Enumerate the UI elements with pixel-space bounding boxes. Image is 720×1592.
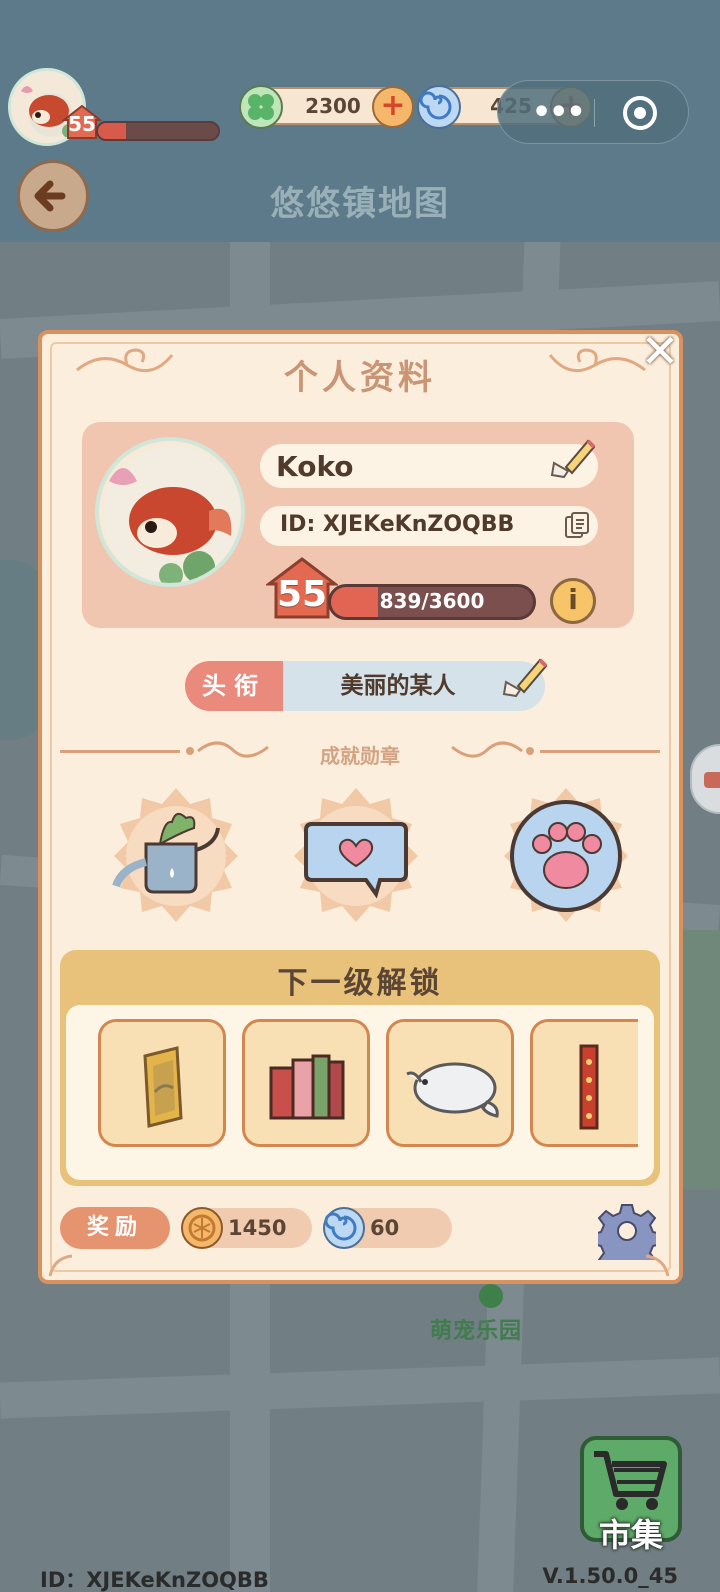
unlock-item[interactable] [530,1019,638,1147]
info-icon: i [568,583,578,616]
back-button[interactable] [17,160,89,232]
more-dots-icon[interactable]: ••• [532,95,586,130]
seal-plush-icon [406,1062,499,1118]
divider-ornament-icon [451,741,534,758]
swirl-icon [323,1207,365,1249]
clover-icon [239,85,283,129]
player-xp-fill [98,123,126,139]
profile-avatar[interactable] [95,437,245,587]
arrow-left-icon [34,180,66,212]
section-divider [540,750,660,753]
paw-print-medal-icon[interactable] [496,784,636,924]
achievements-label: 成就勋章 [320,744,400,768]
close-icon: ✕ [640,324,680,378]
edit-name-button[interactable] [550,435,596,479]
painting-icon [143,1046,183,1128]
section-divider [60,750,180,753]
profile-xp-text: 839/3600 [379,589,485,613]
watering-can-medal-icon[interactable] [106,784,246,924]
shopping-cart-icon [594,1451,667,1510]
reward-swirl-amount: 60 [370,1216,400,1240]
reward-label: 奖励 [60,1207,170,1249]
reward-coin-amount: 1450 [228,1216,287,1240]
unlock-item[interactable] [98,1019,226,1147]
divider-ornament-icon [186,741,269,758]
copy-icon[interactable] [564,511,590,541]
title-tag: 头衔 [185,661,283,711]
page-title: 悠悠镇地图 [270,184,450,224]
unlock-item[interactable] [242,1019,370,1147]
footer-player-id: ID：XJEKeKnZOQBB [40,1568,269,1592]
info-button[interactable]: i [550,578,596,624]
close-button[interactable]: ✕ [640,328,680,374]
swirl-icon [417,85,461,129]
clover-currency: 2300 + [239,85,414,129]
title-value: 美丽的某人 [340,673,456,699]
coin-icon [181,1207,223,1249]
player-id: ID: XJEKeKnZOQBB [280,512,515,537]
player-name: Koko [276,450,354,483]
red-banner-icon [579,1044,599,1130]
miniprogram-capsule: ••• [497,80,689,144]
books-icon [269,1054,345,1120]
clover-amount: 2300 [305,94,361,118]
footer-version: V.1.50.0_45 [542,1564,678,1588]
edit-title-button[interactable] [502,654,548,698]
corner-ornament-icon [48,1254,73,1277]
profile-level: 55 [276,574,328,615]
player-xp-bar [96,121,220,141]
market-label[interactable]: 市集 [586,1510,676,1556]
unlock-header: 下一级解锁 [277,966,443,1001]
add-clover-button[interactable]: + [372,86,414,128]
corner-ornament-icon [76,348,174,373]
side-widget-icon [704,772,720,788]
unlock-item[interactable] [386,1019,514,1147]
capsule-divider [594,99,595,127]
target-circle-icon[interactable] [623,96,657,130]
corner-ornament-icon [645,1254,670,1277]
dialog-title: 个人资料 [284,358,436,398]
title-row: 头衔 美丽的某人 [185,661,545,711]
corner-ornament-icon [548,348,646,373]
heart-message-medal-icon[interactable] [286,784,426,924]
